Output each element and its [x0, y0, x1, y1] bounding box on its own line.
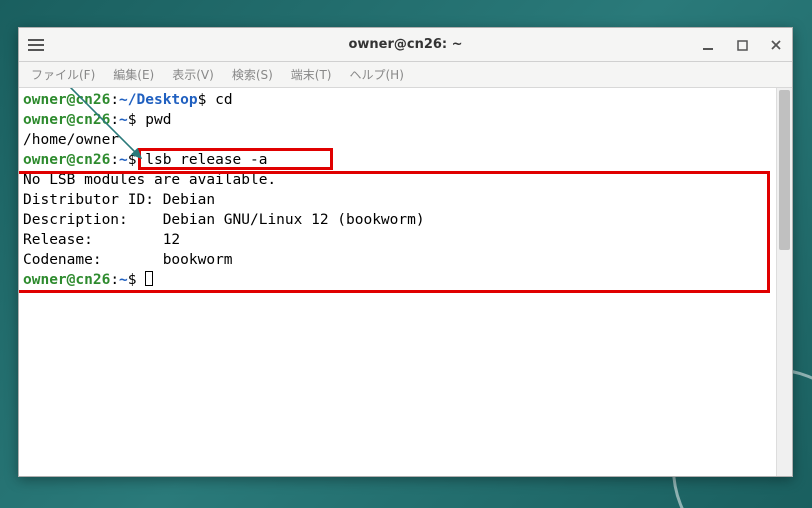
vertical-scrollbar[interactable]: [776, 88, 792, 476]
pad: [93, 232, 163, 248]
prompt-dollar: $: [128, 112, 137, 128]
cmd-pwd: pwd: [137, 112, 172, 128]
out-dist-v: Debian: [163, 192, 215, 208]
minimize-button[interactable]: [698, 35, 718, 55]
out-code-v: bookworm: [163, 252, 233, 268]
out-pwd: /home/owner: [23, 132, 119, 148]
scrollbar-thumb[interactable]: [779, 90, 790, 250]
window-controls: [698, 28, 786, 62]
out-no-lsb: No LSB modules are available.: [23, 172, 276, 188]
prompt-sep: :: [110, 92, 119, 108]
terminal-window: owner@cn26: ~ ファイル(F) 編集(E) 表示(V) 検索(S) …: [18, 27, 793, 477]
menubar: ファイル(F) 編集(E) 表示(V) 検索(S) 端末(T) ヘルプ(H): [19, 62, 792, 88]
out-rel-v: 12: [163, 232, 180, 248]
prompt-userhost: owner@cn26: [23, 92, 110, 108]
prompt-path-home: ~: [119, 112, 128, 128]
out-desc-v: Debian GNU/Linux 12 (bookworm): [163, 212, 425, 228]
prompt-dollar: $: [128, 152, 137, 168]
out-rel-k: Release:: [23, 232, 93, 248]
cursor-icon: [145, 271, 153, 286]
prompt-path-home: ~: [119, 272, 128, 288]
menu-search[interactable]: 検索(S): [224, 63, 281, 86]
window-titlebar[interactable]: owner@cn26: ~: [19, 28, 792, 62]
prompt-sep: :: [110, 272, 119, 288]
prompt-dollar: $: [128, 272, 137, 288]
menu-edit[interactable]: 編集(E): [105, 63, 162, 86]
cmd-lsb: lsb_release -a: [137, 152, 268, 168]
maximize-icon: [737, 40, 748, 51]
menu-term[interactable]: 端末(T): [283, 63, 340, 86]
prompt-userhost: owner@cn26: [23, 112, 110, 128]
prompt-path-desktop: ~/Desktop: [119, 92, 198, 108]
out-dist-k: Distributor ID:: [23, 192, 154, 208]
out-desc-k: Description:: [23, 212, 128, 228]
close-icon: [770, 39, 782, 51]
minimize-icon: [702, 39, 714, 51]
prompt-userhost: owner@cn26: [23, 272, 110, 288]
menu-help[interactable]: ヘルプ(H): [342, 63, 412, 86]
pad: [102, 252, 163, 268]
terminal-output[interactable]: owner@cn26:~/Desktop$ cd owner@cn26:~$ p…: [19, 88, 776, 476]
close-button[interactable]: [766, 35, 786, 55]
prompt-sep: :: [110, 112, 119, 128]
menu-view[interactable]: 表示(V): [164, 63, 222, 86]
prompt-userhost: owner@cn26: [23, 152, 110, 168]
menu-file[interactable]: ファイル(F): [23, 63, 103, 86]
hamburger-menu-button[interactable]: [19, 28, 53, 62]
cmd-cd: cd: [206, 92, 232, 108]
maximize-button[interactable]: [732, 35, 752, 55]
prompt-path-home: ~: [119, 152, 128, 168]
pad: [154, 192, 163, 208]
window-title: owner@cn26: ~: [19, 37, 792, 52]
prompt-sep: :: [110, 152, 119, 168]
pad: [128, 212, 163, 228]
terminal-area: owner@cn26:~/Desktop$ cd owner@cn26:~$ p…: [19, 88, 792, 476]
out-code-k: Codename:: [23, 252, 102, 268]
